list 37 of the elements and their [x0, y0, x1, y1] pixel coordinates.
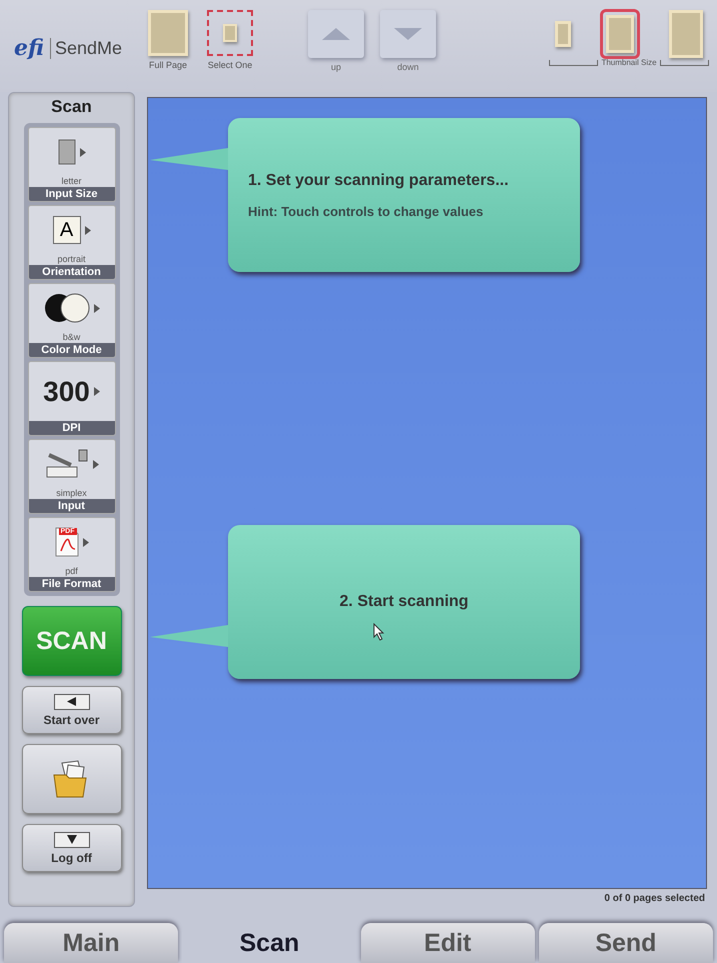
caret-icon — [82, 538, 88, 546]
setting-tile[interactable]: simplex Input — [28, 439, 116, 514]
folder-button[interactable] — [22, 744, 122, 814]
tab[interactable]: Main — [4, 923, 178, 963]
setting-tile[interactable]: A portrait Orientation — [28, 205, 116, 280]
tab[interactable]: Send — [538, 923, 713, 963]
caret-icon — [80, 148, 86, 156]
letter-icon: A — [52, 216, 80, 244]
scanner-icon — [44, 449, 88, 479]
dpi-value: 300 — [43, 376, 90, 408]
callout-title: 1. Set your scanning parameters... — [248, 172, 510, 190]
page-icon — [58, 139, 76, 165]
left-triangle-icon — [66, 697, 76, 706]
logo: efi — [14, 35, 44, 61]
view-button[interactable]: Full Page — [142, 10, 194, 70]
tab[interactable]: Edit — [360, 923, 535, 963]
caret-icon — [94, 304, 100, 312]
sidebar-title: Scan — [51, 97, 92, 117]
log-off-button[interactable]: Log off — [22, 824, 122, 872]
caret-icon — [94, 387, 100, 396]
caret-icon — [92, 460, 98, 468]
start-over-button[interactable]: Start over — [22, 686, 122, 734]
setting-tile[interactable]: letter Input Size — [28, 127, 116, 202]
thumbnail-size-label: Thumbnail Size — [601, 58, 657, 67]
dashed-page-icon — [207, 10, 253, 56]
app-name: SendMe — [50, 38, 122, 58]
thumbnail-size-button[interactable] — [600, 9, 640, 59]
callout-hint: Hint: Touch controls to change values — [248, 204, 484, 218]
caret-icon — [84, 226, 90, 234]
page-thumbnail-icon — [148, 10, 188, 56]
callout-title: 2. Start scanning — [340, 593, 468, 611]
down-triangle-icon — [66, 835, 76, 844]
color-circles-icon — [44, 293, 90, 323]
setting-tile[interactable]: b&w Color Mode — [28, 283, 116, 358]
page-count-status: 0 of 0 pages selected — [603, 892, 706, 904]
view-button[interactable]: Select One — [204, 10, 256, 70]
setting-tile[interactable]: 300 DPI — [28, 361, 116, 436]
